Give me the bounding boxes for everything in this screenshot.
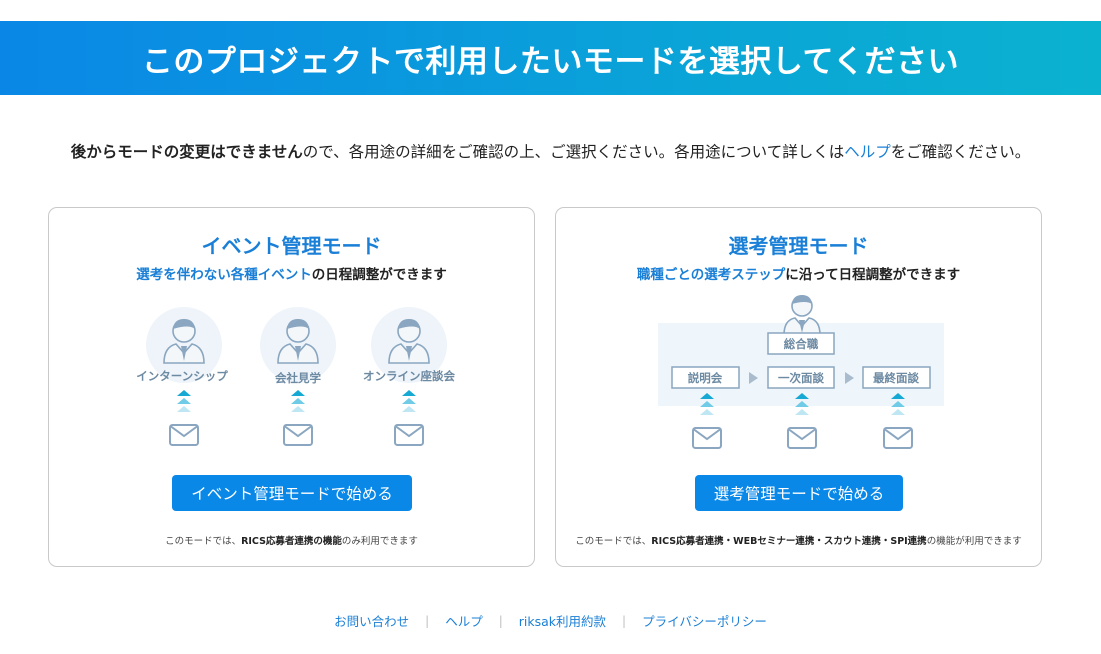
event-item-company-visit: 会社見学 (274, 371, 321, 385)
selection-note-bold: RICS応募者連携・WEBセミナー連携・スカウト連携・SPI連携 (651, 536, 927, 547)
step-final-interview: 最終面談 (873, 371, 919, 385)
footer-links: お問い合わせ | ヘルプ | riksak利用約款 | プライバシーポリシー (0, 611, 1101, 630)
event-mode-title: イベント管理モード (201, 234, 382, 258)
footer-terms-link[interactable]: riksak利用約款 (519, 611, 606, 630)
event-mode-note: このモードでは、RICS応募者連携の機能のみ利用できます (49, 533, 534, 547)
event-item-internship: インターンシップ (136, 369, 228, 383)
mail-icon (883, 427, 913, 449)
footer-separator: | (498, 613, 503, 628)
event-illustration: インターンシップ 会社見学 オンライン座談会 (136, 307, 455, 446)
selection-mode-card: 選考管理モード 職種ごとの選考ステップに沿って日程調整ができます 総合職 説明会… (555, 207, 1042, 567)
step-first-interview: 一次面談 (778, 371, 824, 385)
mail-icon (692, 427, 722, 449)
event-note-prefix: このモードでは、 (165, 536, 242, 547)
event-note-bold: RICS応募者連携の機能 (241, 536, 342, 547)
start-selection-mode-button[interactable]: 選考管理モードで始める (695, 475, 903, 511)
mail-icon (283, 424, 313, 446)
selection-mode-subtitle: 職種ごとの選考ステップに沿って日程調整ができます (556, 263, 1041, 283)
event-note-suffix: のみ利用できます (341, 536, 418, 547)
person-icon (783, 294, 821, 336)
mail-icon (787, 427, 817, 449)
selection-note-prefix: このモードでは、 (575, 536, 652, 547)
footer-separator: | (622, 613, 627, 628)
selection-mode-subtitle-rest: に沿って日程調整ができます (785, 267, 961, 283)
selection-mode-title: 選考管理モード (728, 234, 869, 258)
selection-note-suffix: の機能が利用できます (926, 536, 1022, 547)
header-banner: このプロジェクトで利用したいモードを選択してください (0, 21, 1101, 95)
page-title: このプロジェクトで利用したいモードを選択してください (141, 43, 960, 80)
arrow-up-icon (291, 390, 305, 412)
mail-icon (169, 424, 199, 446)
footer-contact-link[interactable]: お問い合わせ (334, 611, 409, 630)
selection-mode-note: このモードでは、RICS応募者連携・WEBセミナー連携・スカウト連携・SPI連携… (556, 533, 1041, 547)
job-type-label: 総合職 (784, 337, 819, 351)
event-mode-subtitle-rest: の日程調整ができます (311, 267, 447, 283)
footer-help-link[interactable]: ヘルプ (445, 611, 483, 630)
footer-separator: | (425, 613, 430, 628)
event-item-online-talk: オンライン座談会 (363, 369, 455, 383)
start-event-mode-button[interactable]: イベント管理モードで始める (172, 475, 412, 511)
selection-mode-subtitle-highlight: 職種ごとの選考ステップ (636, 267, 786, 283)
footer-privacy-link[interactable]: プライバシーポリシー (642, 611, 767, 630)
event-mode-subtitle: 選考を伴わない各種イベントの日程調整ができます (49, 263, 534, 283)
step-briefing: 説明会 (688, 371, 723, 385)
notice-bold: 後からモードの変更はできません (70, 143, 303, 161)
notice-text-2: をご確認ください。 (890, 143, 1031, 161)
mail-icon (394, 424, 424, 446)
arrow-up-icon (402, 390, 416, 412)
event-mode-subtitle-highlight: 選考を伴わない各種イベント (136, 267, 312, 283)
event-mode-card: イベント管理モード 選考を伴わない各種イベントの日程調整ができます インターンシ… (48, 207, 535, 567)
notice-text-1: ので、各用途の詳細をご確認の上、ご選択ください。各用途について詳しくは (302, 143, 845, 161)
selection-illustration: 総合職 説明会 一次面談 最終面談 (658, 294, 944, 449)
help-link[interactable]: ヘルプ (844, 143, 891, 161)
arrow-up-icon (177, 390, 191, 412)
notice-text: 後からモードの変更はできませんので、各用途の詳細をご確認の上、ご選択ください。各… (0, 140, 1101, 162)
